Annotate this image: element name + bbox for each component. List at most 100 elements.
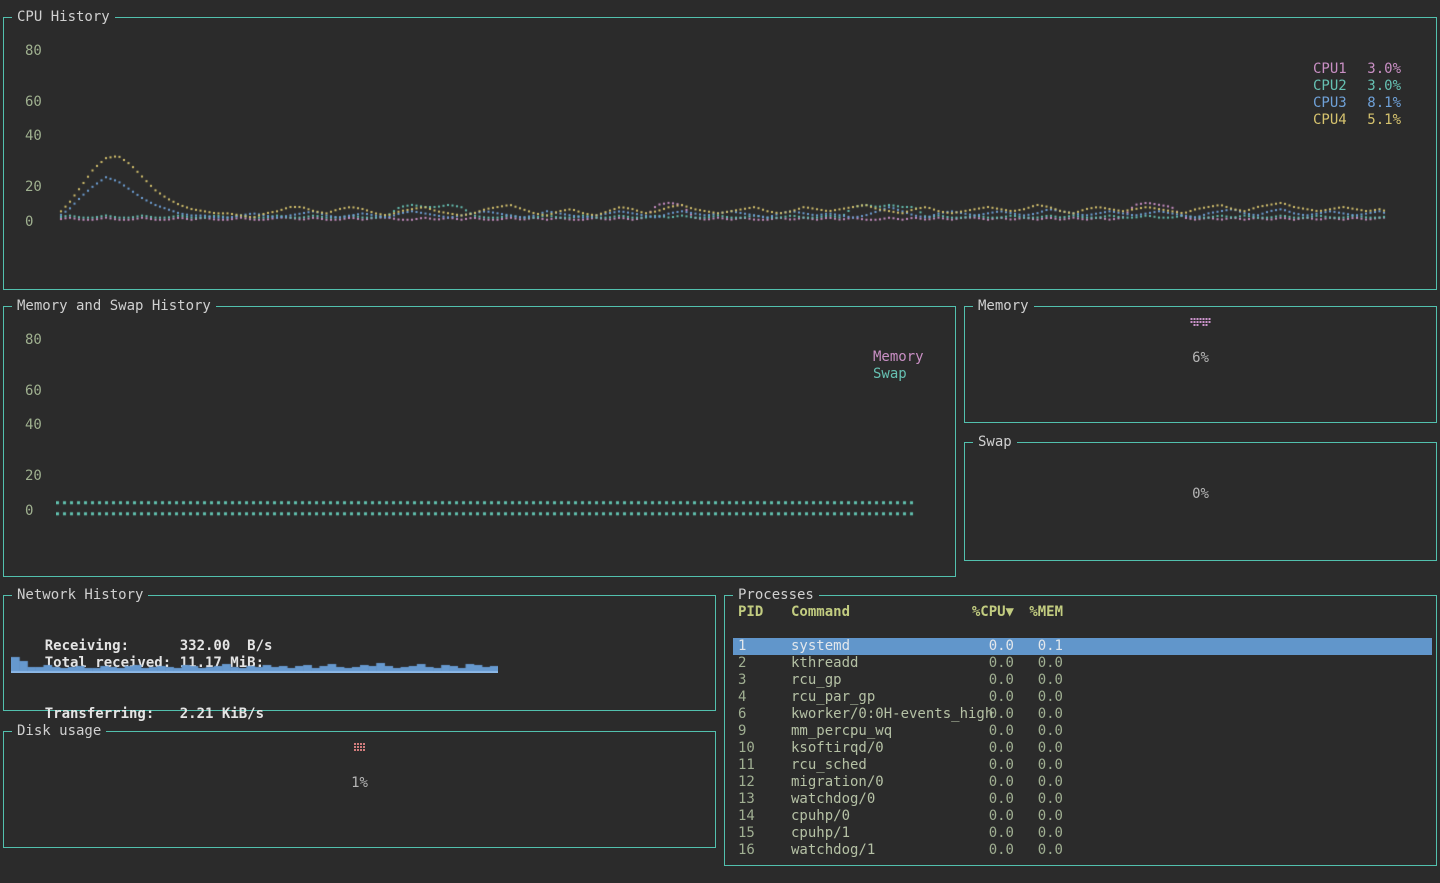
process-cpu-percent: 0.0 bbox=[971, 723, 1014, 740]
process-pid: 3 bbox=[738, 672, 791, 689]
y-tick-label: 80 bbox=[25, 43, 42, 59]
processes-column-header[interactable]: PID bbox=[738, 604, 791, 621]
process-command: systemd bbox=[791, 638, 971, 655]
legend-label: CPU2 bbox=[1313, 78, 1347, 95]
process-cpu-percent: 0.0 bbox=[971, 706, 1014, 723]
process-cpu-percent: 0.0 bbox=[971, 757, 1014, 774]
process-pid: 9 bbox=[738, 723, 791, 740]
processes-column-header[interactable]: %CPU▼ bbox=[971, 604, 1014, 621]
process-command: cpuhp/1 bbox=[791, 825, 971, 842]
process-command: kthreadd bbox=[791, 655, 971, 672]
legend-item: CPU45.1% bbox=[1313, 112, 1401, 129]
legend-value: 5.1% bbox=[1367, 112, 1401, 129]
y-tick-label: 60 bbox=[25, 94, 42, 110]
processes-header-row: PIDCommand%CPU▼%MEM bbox=[733, 604, 1432, 621]
y-tick-label: 20 bbox=[25, 468, 42, 484]
process-row[interactable]: 11rcu_sched0.00.0 bbox=[733, 757, 1432, 774]
process-cpu-percent: 0.0 bbox=[971, 774, 1014, 791]
process-mem-percent: 0.1 bbox=[1014, 638, 1063, 655]
cpu-history-title: CPU History bbox=[12, 9, 115, 25]
process-cpu-percent: 0.0 bbox=[971, 791, 1014, 808]
process-pid: 15 bbox=[738, 825, 791, 842]
process-mem-percent: 0.0 bbox=[1014, 791, 1063, 808]
processes-column-header[interactable]: %MEM bbox=[1014, 604, 1063, 621]
process-row[interactable]: 13watchdog/00.00.0 bbox=[733, 791, 1432, 808]
process-mem-percent: 0.0 bbox=[1014, 842, 1063, 859]
legend-label: CPU1 bbox=[1313, 61, 1347, 78]
process-mem-percent: 0.0 bbox=[1014, 706, 1063, 723]
network-transferring-label: Transferring: bbox=[45, 706, 180, 722]
legend-value: 3.0% bbox=[1367, 61, 1401, 78]
process-command: kworker/0:0H-events_high bbox=[791, 706, 971, 723]
process-command: rcu_par_gp bbox=[791, 689, 971, 706]
legend-item: Memory bbox=[873, 349, 963, 366]
memory-swap-history-chart bbox=[56, 327, 916, 519]
network-history-title: Network History bbox=[12, 587, 148, 603]
process-row[interactable]: 6kworker/0:0H-events_high0.00.0 bbox=[733, 706, 1432, 723]
process-pid: 12 bbox=[738, 774, 791, 791]
y-tick-label: 60 bbox=[25, 383, 42, 399]
legend-label: CPU3 bbox=[1313, 95, 1347, 112]
y-tick-label: 0 bbox=[25, 503, 33, 519]
process-row[interactable]: 1systemd0.00.1 bbox=[733, 638, 1432, 655]
process-mem-percent: 0.0 bbox=[1014, 825, 1063, 842]
process-cpu-percent: 0.0 bbox=[971, 638, 1014, 655]
y-tick-label: 20 bbox=[25, 179, 42, 195]
process-row[interactable]: 4rcu_par_gp0.00.0 bbox=[733, 689, 1432, 706]
process-pid: 14 bbox=[738, 808, 791, 825]
cpu-history-chart bbox=[56, 38, 1391, 228]
swap-gauge-percent: 0% bbox=[965, 486, 1436, 502]
legend-item: Swap bbox=[873, 366, 963, 383]
cpu-legend: CPU1 3.0% CPU2 3.0% CPU3 8.1%CPU45.1% bbox=[1313, 61, 1401, 129]
process-row[interactable]: 9mm_percpu_wq0.00.0 bbox=[733, 723, 1432, 740]
disk-usage-gauge-icon bbox=[354, 743, 366, 752]
legend-value: 3.0% bbox=[1367, 78, 1401, 95]
legend-item: CPU1 3.0% bbox=[1313, 61, 1401, 78]
process-mem-percent: 0.0 bbox=[1014, 672, 1063, 689]
legend-value: 8.1% bbox=[1367, 95, 1401, 112]
process-command: rcu_sched bbox=[791, 757, 971, 774]
process-mem-percent: 0.0 bbox=[1014, 723, 1063, 740]
legend-item: CPU3 8.1% bbox=[1313, 95, 1401, 112]
processes-table: 1systemd0.00.12kthreadd0.00.03rcu_gp0.00… bbox=[733, 638, 1432, 859]
process-command: watchdog/0 bbox=[791, 791, 971, 808]
process-mem-percent: 0.0 bbox=[1014, 689, 1063, 706]
process-row[interactable]: 14cpuhp/00.00.0 bbox=[733, 808, 1432, 825]
legend-label: Memory bbox=[873, 349, 924, 366]
swap-gauge-title: Swap bbox=[973, 434, 1017, 450]
process-mem-percent: 0.0 bbox=[1014, 655, 1063, 672]
swap-gauge-panel: Swap 0% bbox=[964, 442, 1437, 561]
processes-title: Processes bbox=[733, 587, 819, 603]
process-cpu-percent: 0.0 bbox=[971, 825, 1014, 842]
network-transferring-value: 2.21 KiB/s bbox=[180, 706, 264, 722]
disk-usage-title: Disk usage bbox=[12, 723, 106, 739]
process-pid: 4 bbox=[738, 689, 791, 706]
process-command: ksoftirqd/0 bbox=[791, 740, 971, 757]
process-row[interactable]: 16watchdog/10.00.0 bbox=[733, 842, 1432, 859]
processes-column-header[interactable]: Command bbox=[791, 604, 971, 621]
process-cpu-percent: 0.0 bbox=[971, 808, 1014, 825]
process-command: cpuhp/0 bbox=[791, 808, 971, 825]
process-pid: 16 bbox=[738, 842, 791, 859]
process-row[interactable]: 12migration/00.00.0 bbox=[733, 774, 1432, 791]
process-row[interactable]: 15cpuhp/10.00.0 bbox=[733, 825, 1432, 842]
process-row[interactable]: 10ksoftirqd/00.00.0 bbox=[733, 740, 1432, 757]
process-row[interactable]: 3rcu_gp0.00.0 bbox=[733, 672, 1432, 689]
process-pid: 1 bbox=[738, 638, 791, 655]
memory-gauge-panel: Memory 6% bbox=[964, 306, 1437, 423]
process-mem-percent: 0.0 bbox=[1014, 808, 1063, 825]
process-cpu-percent: 0.0 bbox=[971, 740, 1014, 757]
disk-usage-percent: 1% bbox=[4, 775, 715, 791]
y-tick-label: 0 bbox=[25, 214, 33, 230]
disk-usage-panel: Disk usage 1% bbox=[3, 731, 716, 848]
y-tick-label: 40 bbox=[25, 128, 42, 144]
cpu-history-panel: CPU History 806040200 CPU13.0%CPU23.0%CP… bbox=[3, 17, 1437, 290]
memory-gauge-icon bbox=[1190, 318, 1211, 327]
process-mem-percent: 0.0 bbox=[1014, 757, 1063, 774]
y-tick-label: 40 bbox=[25, 417, 42, 433]
memory-gauge-title: Memory bbox=[973, 298, 1034, 314]
y-tick-label: 80 bbox=[25, 332, 42, 348]
network-receiving-chart bbox=[11, 653, 498, 673]
memory-swap-history-title: Memory and Swap History bbox=[12, 298, 216, 314]
process-row[interactable]: 2kthreadd0.00.0 bbox=[733, 655, 1432, 672]
